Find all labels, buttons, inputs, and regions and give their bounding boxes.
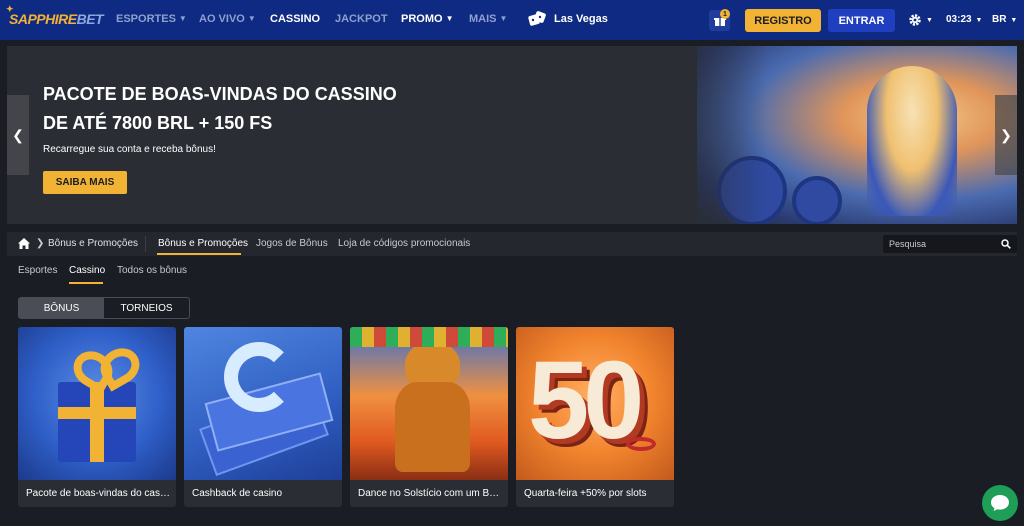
nav-las-vegas[interactable]: Las Vegas — [554, 13, 608, 25]
top-navbar: ✦ SAPPHIREBET ESPORTES ▼ AO VIVO ▼ CASSINO… — [0, 0, 1024, 40]
gift-count-badge: 1 — [720, 9, 730, 19]
toggle-bonus[interactable]: BÔNUS — [19, 298, 104, 318]
banner-title: PACOTE DE BOAS-VINDAS DO CASSINO DE ATÉ … — [43, 84, 397, 133]
entrar-button[interactable]: ENTRAR — [828, 9, 895, 32]
chat-bubble-icon — [991, 495, 1009, 511]
nav-mais[interactable]: MAIS ▼ — [469, 13, 507, 25]
subtab-todos-bonus[interactable]: Todos os bônus — [117, 265, 187, 276]
chevron-right-icon[interactable]: ❯ — [995, 95, 1017, 175]
nav-cassino[interactable]: CASSINO — [270, 13, 320, 25]
nav-ao-vivo[interactable]: AO VIVO ▼ — [199, 13, 256, 25]
search-input[interactable] — [889, 237, 999, 251]
card-image-fifty: 50 — [516, 327, 674, 480]
chevron-down-icon: ▼ — [499, 14, 508, 23]
chevron-down-icon: ▼ — [178, 14, 187, 23]
card-art-text: 50 — [528, 339, 644, 462]
breadcrumb: ❯ Bônus e Promoções Bônus e Promoções Jo… — [7, 232, 1017, 256]
chat-button[interactable] — [982, 485, 1018, 521]
brand-logo[interactable]: ✦ SAPPHIREBET — [6, 4, 104, 27]
saiba-mais-button[interactable]: SAIBA MAIS — [43, 171, 127, 194]
breadcrumb-current[interactable]: Bônus e Promoções — [48, 238, 138, 249]
chevron-right-icon: ❯ — [36, 238, 45, 249]
card-title: Pacote de boas-vindas do cassino — [26, 488, 170, 499]
search-box — [883, 235, 1017, 253]
tab-jogos-de-bonus[interactable]: Jogos de Bônus — [256, 238, 328, 249]
card-image-lion-statue — [350, 327, 508, 480]
card-image-cashback — [184, 327, 342, 480]
nav-jackpot[interactable]: JACKPOT — [335, 13, 388, 25]
language-selector[interactable]: BR ▼ — [992, 14, 1017, 25]
toggle-torneios[interactable]: TORNEIOS — [104, 298, 189, 318]
logo-star-icon: ✦ — [6, 4, 14, 14]
bonus-torneios-toggle: BÔNUS TORNEIOS — [18, 297, 190, 319]
chevron-down-icon: ▼ — [973, 17, 983, 24]
tab-bonus-promocoes[interactable]: Bônus e Promoções — [158, 238, 248, 249]
time-display[interactable]: 03:23 ▼ — [946, 14, 982, 25]
promo-banner: PACOTE DE BOAS-VINDAS DO CASSINO DE ATÉ … — [7, 46, 1017, 224]
nav-esportes[interactable]: ESPORTES ▼ — [116, 13, 187, 25]
home-icon[interactable] — [18, 238, 30, 249]
character-figure — [867, 66, 957, 216]
bonus-card[interactable]: Dance no Solstício com um Bônus — [350, 327, 508, 507]
card-title: Cashback de casino — [192, 488, 283, 499]
card-title: Quarta-feira +50% por slots — [524, 488, 647, 499]
dice-icon — [528, 11, 546, 26]
bonus-card[interactable]: Cashback de casino — [184, 327, 342, 507]
card-title: Dance no Solstício com um Bônus — [358, 488, 502, 499]
subtab-esportes[interactable]: Esportes — [18, 265, 57, 276]
subtab-cassino[interactable]: Cassino — [69, 265, 105, 276]
tab-loja-codigos[interactable]: Loja de códigos promocionais — [338, 238, 470, 249]
chevron-left-icon[interactable]: ❮ — [7, 95, 29, 175]
registro-button[interactable]: REGISTRO — [745, 9, 821, 32]
card-image-gift — [18, 327, 176, 480]
gear-icon[interactable] — [908, 13, 922, 27]
bonus-card[interactable]: Pacote de boas-vindas do cassino — [18, 327, 176, 507]
search-icon[interactable] — [1001, 239, 1011, 249]
nav-promo[interactable]: PROMO ▼ — [401, 13, 453, 25]
chevron-down-icon: ▼ — [445, 14, 454, 23]
coin-graphic — [792, 176, 842, 224]
settings-chevron-icon[interactable]: ▼ — [924, 14, 933, 25]
bonus-card[interactable]: 50 Quarta-feira +50% por slots — [516, 327, 674, 507]
chevron-down-icon: ▼ — [1008, 17, 1018, 24]
banner-subtitle: Recarregue sua conta e receba bônus! — [43, 144, 216, 155]
chevron-down-icon: ▼ — [247, 14, 256, 23]
